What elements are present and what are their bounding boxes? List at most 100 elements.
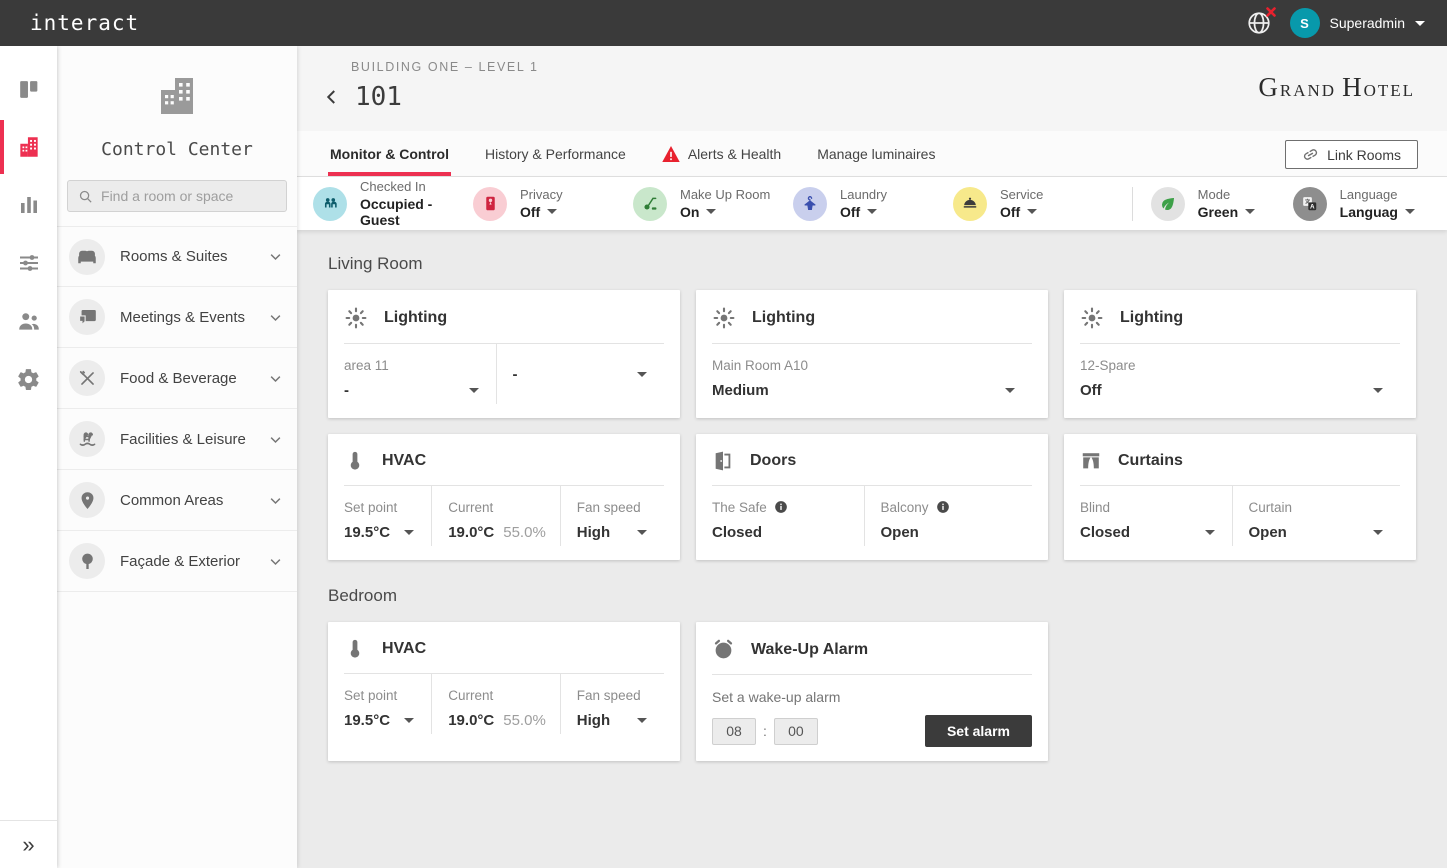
status-privacy[interactable]: Privacy Off (473, 187, 633, 221)
tab-alerts-health[interactable]: Alerts & Health (660, 131, 783, 176)
double-chevron-icon: » (22, 832, 34, 858)
occupancy-icon (321, 194, 340, 213)
warning-icon (662, 146, 680, 162)
chevron-down-icon (1205, 530, 1215, 535)
svg-text:A: A (1310, 204, 1315, 211)
room-controls-content: Living Room L (297, 230, 1447, 868)
chevron-down-icon (1405, 209, 1415, 214)
status-language[interactable]: A Language Languag (1293, 187, 1415, 221)
set-alarm-button[interactable]: Set alarm (925, 715, 1032, 747)
chevron-down-icon (637, 718, 647, 723)
brightness-icon (344, 306, 368, 330)
info-icon[interactable] (936, 500, 950, 514)
sidebar-title: Control Center (57, 139, 297, 160)
card-title: Lighting (1120, 309, 1183, 327)
status-laundry[interactable]: Laundry Off (793, 187, 953, 221)
section-title-living-room: Living Room (328, 254, 1416, 274)
time-separator: : (763, 723, 767, 739)
setpoint-select[interactable]: 19.5°C (344, 712, 417, 729)
rail-item-buildings[interactable] (0, 118, 57, 176)
user-menu[interactable]: S Superadmin (1290, 8, 1426, 38)
card-title: HVAC (382, 452, 426, 470)
link-rooms-button[interactable]: Link Rooms (1285, 140, 1418, 169)
blind-select[interactable]: Closed (1080, 524, 1218, 541)
alarm-minute-input[interactable] (774, 718, 818, 745)
chevron-down-icon (404, 530, 414, 535)
lighting-card-spare: Lighting 12-Spare Off (1064, 290, 1416, 418)
current-temperature: 19.0°C 55.0% (448, 524, 546, 541)
sidebar-item-label: Façade & Exterior (120, 553, 268, 570)
chevron-down-icon (1415, 21, 1425, 26)
humidity-value: 55.0% (503, 712, 546, 729)
page-header: BUILDING ONE – LEVEL 1 101 Grand Hotel (297, 46, 1447, 131)
control-center-buildings-icon (153, 72, 201, 120)
status-checked-in[interactable]: Checked In Occupied - Guest (313, 179, 473, 227)
room-search[interactable] (67, 180, 287, 212)
alarm-hour-input[interactable] (712, 718, 756, 745)
chevron-down-icon (268, 249, 283, 264)
status-make-up-room[interactable]: Make Up Room On (633, 187, 793, 221)
grand-hotel-logo: Grand Hotel (1258, 72, 1415, 103)
status-service[interactable]: Service Off (953, 187, 1113, 221)
card-title: Doors (750, 452, 796, 470)
fan-speed-select[interactable]: High (577, 524, 650, 541)
chevron-down-icon (268, 310, 283, 325)
rail-item-dashboard[interactable] (0, 60, 57, 118)
leaf-icon (1159, 195, 1177, 213)
lighting-scene-select[interactable]: - (344, 382, 482, 399)
users-icon (16, 308, 42, 334)
sidebar-item-facilities-leisure[interactable]: Facilities & Leisure (57, 409, 297, 470)
sidebar-item-rooms-suites[interactable]: Rooms & Suites (57, 226, 297, 287)
rail-item-reports[interactable] (0, 176, 57, 234)
hvac-card-bedroom: HVAC Set point 19.5°C Current (328, 622, 680, 761)
alarm-clock-icon (712, 638, 735, 661)
curtain-select[interactable]: Open (1249, 524, 1387, 541)
fan-speed-select[interactable]: High (577, 712, 650, 729)
chevron-down-icon (1373, 388, 1383, 393)
service-bell-icon (961, 195, 979, 213)
sidebar-item-label: Meetings & Events (120, 309, 268, 326)
vacuum-icon (641, 195, 659, 213)
chevron-down-icon (469, 388, 479, 393)
wake-up-alarm-card: Wake-Up Alarm Set a wake-up alarm : Set … (696, 622, 1048, 761)
chevron-down-icon (268, 432, 283, 447)
gear-icon (16, 367, 41, 392)
sidebar-item-facade-exterior[interactable]: Façade & Exterior (57, 531, 297, 592)
chevron-down-icon (1005, 388, 1015, 393)
lighting-card-main-room: Lighting Main Room A10 Medium (696, 290, 1048, 418)
chevron-down-icon (867, 209, 877, 214)
sidebar-item-label: Facilities & Leisure (120, 431, 268, 448)
rail-item-users[interactable] (0, 292, 57, 350)
link-icon (1299, 143, 1322, 166)
setpoint-select[interactable]: 19.5°C (344, 524, 417, 541)
chevron-down-icon (1027, 209, 1037, 214)
sidebar-item-common-areas[interactable]: Common Areas (57, 470, 297, 531)
sidebar-item-food-beverage[interactable]: Food & Beverage (57, 348, 297, 409)
tab-manage-luminaires[interactable]: Manage luminaires (815, 131, 937, 176)
statusbar-divider (1132, 187, 1133, 221)
card-title: Lighting (384, 309, 447, 327)
card-title: HVAC (382, 640, 426, 658)
search-input[interactable] (101, 188, 276, 204)
thermometer-icon (344, 638, 366, 660)
globe-button[interactable] (1246, 10, 1272, 36)
search-icon (78, 188, 93, 205)
doors-card: Doors The Safe Closed (696, 434, 1048, 560)
sidebar-item-meetings-events[interactable]: Meetings & Events (57, 287, 297, 348)
expand-rail-button[interactable]: » (0, 820, 57, 868)
privacy-hanger-icon (482, 195, 499, 212)
status-mode[interactable]: Mode Green (1151, 187, 1271, 221)
lighting-scene-select[interactable]: Off (1080, 382, 1386, 399)
door-state: Open (881, 524, 1019, 541)
pin-icon (78, 491, 97, 510)
lighting-scene-select[interactable]: - (513, 366, 651, 383)
tab-monitor-control[interactable]: Monitor & Control (328, 131, 451, 176)
back-button[interactable] (323, 88, 341, 106)
rail-item-admin[interactable] (0, 350, 57, 408)
door-icon (712, 450, 734, 472)
info-icon[interactable] (774, 500, 788, 514)
rail-item-settings-tune[interactable] (0, 234, 57, 292)
tab-history-performance[interactable]: History & Performance (483, 131, 628, 176)
humidity-value: 55.0% (503, 524, 546, 541)
lighting-scene-select[interactable]: Medium (712, 382, 1018, 399)
